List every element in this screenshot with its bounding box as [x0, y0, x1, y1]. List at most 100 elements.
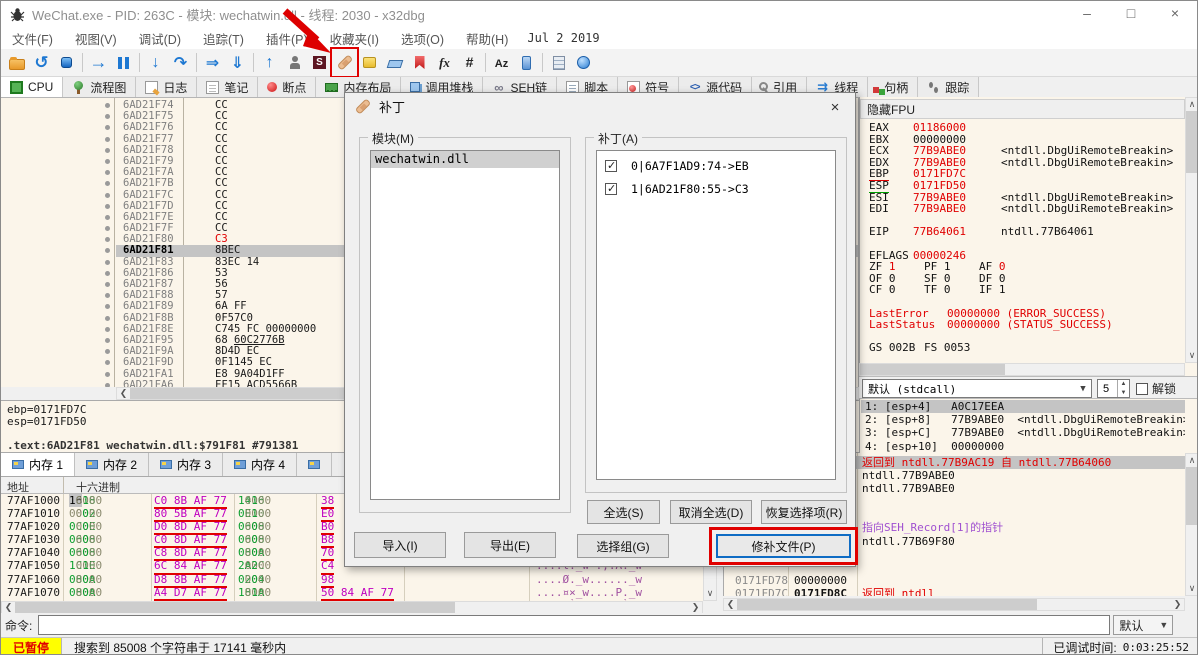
scroll-thumb[interactable] [737, 599, 1037, 610]
maximize-button[interactable]: □ [1109, 1, 1153, 27]
modules-icon[interactable] [514, 50, 539, 75]
scroll-right-arrow[interactable]: ❯ [1171, 599, 1184, 610]
memory-tab-5[interactable] [297, 453, 333, 476]
scroll-right-arrow[interactable]: ❯ [689, 602, 702, 613]
stack-vscrollbar[interactable]: ∧ ∨ [1185, 453, 1197, 596]
dump-row[interactable]: 77AF1070 08 00 0A 00 A4 D7 AF 77 18 00 1A … [1, 586, 703, 601]
scroll-left-arrow[interactable]: ❮ [117, 388, 130, 399]
dialog-close-button[interactable]: × [823, 97, 847, 117]
calculator-icon[interactable] [546, 50, 571, 75]
spinner-down-icon[interactable]: ▼ [1118, 389, 1129, 398]
register-row[interactable]: GS 002B FS 0053 [861, 342, 1185, 354]
run-icon[interactable] [86, 50, 111, 75]
memory-tab-2[interactable]: 内存 2 [75, 453, 150, 476]
memory-tab-3[interactable]: 内存 3 [149, 453, 224, 476]
patches-list[interactable]: 0|6A7F1AD9:74->EB 1|6AD21F80:55->C3 [596, 150, 836, 480]
patch-icon[interactable] [330, 47, 359, 78]
arg-count-stepper[interactable]: 5 ▲ ▼ [1097, 379, 1130, 398]
export-button[interactable]: 导出(E) [464, 532, 556, 558]
scroll-thumb[interactable] [15, 602, 455, 613]
argument-row[interactable]: 1: [esp+4] A0C17EEA [861, 400, 1185, 414]
register-row[interactable]: EIP 77B64061 ntdll.77B64061 [861, 226, 1185, 238]
stop-icon[interactable] [54, 50, 79, 75]
register-row[interactable]: EDI 77B9ABE0 <ntdll.DbgUiRemoteBreakin> [861, 203, 1185, 215]
scroll-up-arrow[interactable]: ∧ [1186, 98, 1197, 111]
calling-convention-select[interactable]: 默认 (stdcall) ▼ [862, 379, 1092, 398]
select-group-button[interactable]: 选择组(G) [577, 534, 669, 558]
menu-item[interactable]: 文件(F) [1, 29, 64, 48]
register-row[interactable]: EDX 77B9ABE0 <ntdll.DbgUiRemoteBreakin> [861, 156, 1185, 169]
patch-list-item[interactable]: 1|6AD21F80:55->C3 [597, 181, 835, 197]
tab-notes[interactable]: 笔记 [197, 77, 259, 97]
import-button[interactable]: 导入(I) [354, 532, 446, 558]
menu-item[interactable]: 调试(D) [128, 29, 192, 48]
register-row[interactable]: OF 0 SF 0 DF 0 [861, 272, 1185, 285]
argument-row[interactable]: 3: [esp+C] 77B9ABE0 <ntdll.DbgUiRemoteBr… [861, 426, 1185, 439]
memory-tab-4[interactable]: 内存 4 [223, 453, 298, 476]
patch-checkbox[interactable] [605, 182, 617, 195]
memory-tab-1[interactable]: 内存 1 [1, 453, 76, 476]
comments-icon[interactable] [357, 50, 382, 75]
stack-row[interactable]: 0171FD78 00000000 [724, 574, 1185, 587]
register-row[interactable]: LastStatus 00000000 (STATUS_SUCCESS) [861, 319, 1185, 331]
step-into-icon[interactable] [143, 50, 168, 75]
minimize-button[interactable]: – [1065, 1, 1109, 27]
title-bar[interactable]: WeChat.exe - PID: 263C - 模块: wechatwin.d… [1, 1, 1197, 27]
scroll-thumb[interactable] [1186, 467, 1197, 525]
registers-list[interactable]: EAX 01186000 EBX 00000000 ECX 77B9ABE0 <ntdll.… [861, 122, 1185, 362]
scroll-left-arrow[interactable]: ❮ [724, 599, 737, 610]
tab-breakpoint[interactable]: 断点 [258, 77, 317, 97]
menu-item[interactable]: 帮助(H) [455, 29, 519, 48]
argument-row[interactable]: 4: [esp+10] 00000000 [861, 440, 1185, 453]
stack-hscrollbar[interactable]: ❮ ❯ [723, 598, 1185, 611]
scroll-thumb[interactable] [1186, 111, 1197, 173]
menu-item[interactable]: 视图(V) [64, 29, 128, 48]
module-list-item[interactable]: wechatwin.dll [371, 151, 559, 168]
open-file-icon[interactable] [4, 50, 29, 75]
modules-list[interactable]: wechatwin.dll [370, 150, 560, 500]
tab-cpu[interactable]: CPU [1, 77, 64, 97]
scroll-up-arrow[interactable]: ∧ [1186, 454, 1197, 467]
functions-icon[interactable] [432, 50, 457, 75]
scroll-down-arrow[interactable]: ∨ [704, 587, 716, 600]
restore-selection-button[interactable]: 恢复选择项(R) [761, 500, 847, 524]
scylla-icon[interactable] [307, 50, 332, 75]
hash-icon[interactable] [457, 50, 482, 75]
deselect-all-button[interactable]: 取消全选(D) [670, 500, 752, 524]
labels-icon[interactable] [382, 50, 407, 75]
arguments-panel[interactable]: 1: [esp+4] A0C17EEA 2: [esp+8] 77B9ABE0 <… [861, 400, 1185, 453]
command-script-select[interactable]: 默认 ▼ [1113, 615, 1174, 635]
scroll-down-arrow[interactable]: ∨ [1186, 349, 1197, 362]
scroll-left-arrow[interactable]: ❮ [2, 602, 15, 613]
register-row[interactable]: EBP 0171FD7C [861, 167, 1185, 182]
website-icon[interactable] [571, 50, 596, 75]
argument-row[interactable]: 2: [esp+8] 77B9ABE0 <ntdll.DbgUiRemoteBr… [861, 413, 1185, 426]
restart-icon[interactable] [29, 50, 54, 75]
register-row[interactable]: CF 0 TF 0 IF 1 [861, 284, 1185, 296]
register-row[interactable]: ZF 1 PF 1 AF 0 [861, 261, 1185, 273]
tab-handles[interactable]: 句柄 [868, 77, 919, 97]
dump-row[interactable]: 77AF1060 08 00 0A 00 D8 8B AF 77 02 00 04 … [1, 573, 703, 588]
patch-list-item[interactable]: 0|6A7F1AD9:74->EB [597, 158, 835, 174]
stack-row[interactable]: 0171FD7C 0171FD8C 返回到 ntdll [724, 587, 1185, 596]
hide-fpu-button[interactable]: 隐藏FPU [860, 99, 1185, 119]
step-over-icon[interactable] [168, 50, 193, 75]
menu-item[interactable]: 收藏夹(I) [319, 29, 390, 48]
scroll-down-arrow[interactable]: ∨ [1186, 582, 1197, 595]
tab-graph[interactable]: 流程图 [63, 77, 137, 97]
patch-dialog-titlebar[interactable]: 补丁 [345, 93, 855, 119]
register-row[interactable]: EFLAGS 00000246 [861, 249, 1185, 262]
bookmarks-icon[interactable] [407, 50, 432, 75]
trace-into-icon[interactable] [200, 50, 225, 75]
menu-item[interactable]: 选项(O) [390, 29, 455, 48]
run-to-user-code-icon[interactable] [257, 50, 282, 75]
register-row[interactable]: EAX 01186000 [861, 122, 1185, 134]
scroll-thumb[interactable] [860, 364, 1005, 375]
case-sensitive-icon[interactable] [489, 50, 514, 75]
command-input[interactable] [38, 615, 1111, 635]
spinner-up-icon[interactable]: ▲ [1118, 380, 1129, 389]
patch-checkbox[interactable] [605, 159, 617, 172]
registers-hscrollbar[interactable] [859, 363, 1185, 376]
select-all-button[interactable]: 全选(S) [587, 500, 660, 524]
attach-icon[interactable] [282, 50, 307, 75]
